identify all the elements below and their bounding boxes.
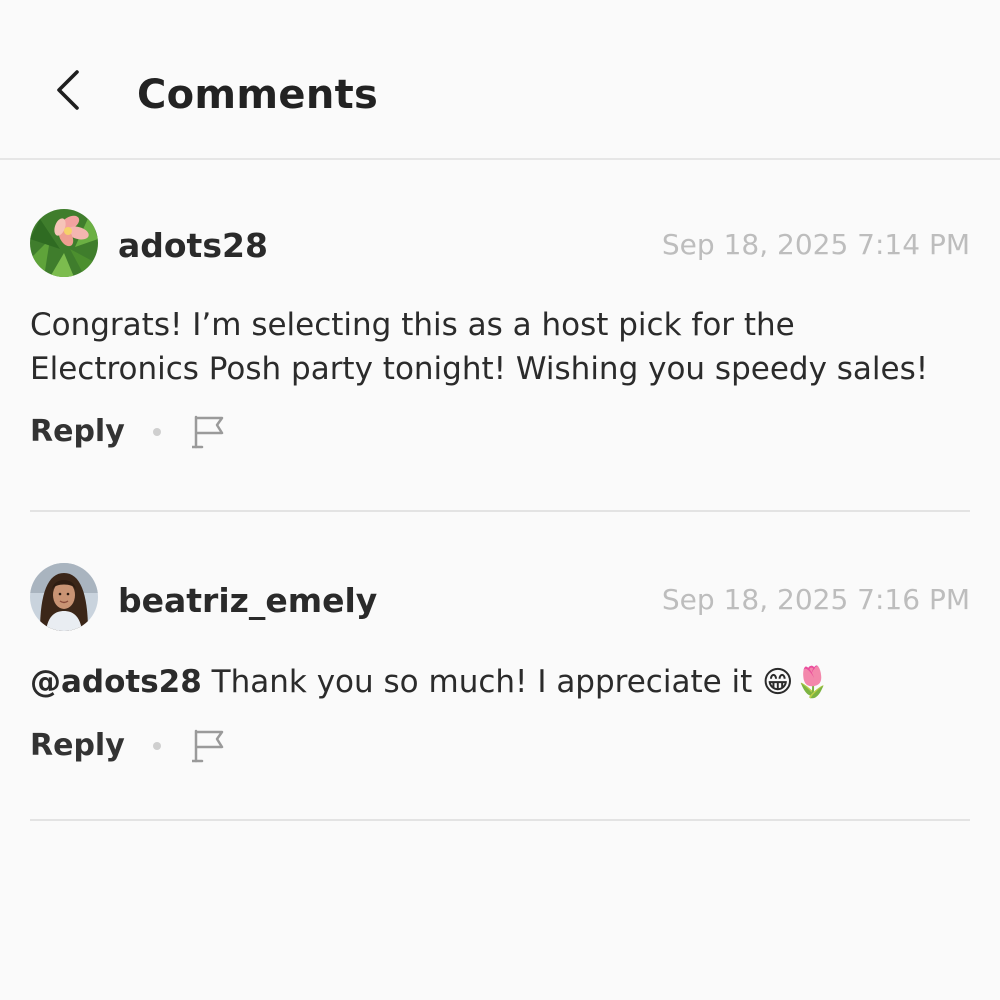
report-flag-button[interactable]	[191, 412, 227, 452]
comment-body: Congrats! I’m selecting this as a host p…	[30, 307, 929, 387]
back-button[interactable]	[40, 62, 96, 118]
username[interactable]: adots28	[118, 226, 268, 266]
emoji-grin-tulip: 😁🌷	[762, 665, 831, 700]
reply-button[interactable]: Reply	[30, 726, 125, 766]
person-avatar-image	[30, 563, 98, 631]
avatar[interactable]	[30, 209, 98, 277]
comments-page: Comments adots28 Sep 18, 2025 7:14 PM Co…	[0, 0, 1000, 1000]
comment-text: @adots28 Thank you so much! I appreciate…	[30, 660, 970, 705]
comment-text: Congrats! I’m selecting this as a host p…	[30, 303, 970, 391]
report-flag-button[interactable]	[191, 726, 227, 766]
separator-dot	[152, 428, 161, 436]
comment-list: adots28 Sep 18, 2025 7:14 PM Congrats! I…	[0, 160, 1000, 821]
comment-actions: Reply	[30, 726, 227, 766]
avatar[interactable]	[30, 563, 98, 631]
separator-dot	[152, 742, 161, 750]
page-title: Comments	[137, 72, 379, 118]
comment-timestamp: Sep 18, 2025 7:14 PM	[661, 228, 970, 261]
comment-body: Thank you so much! I appreciate it	[201, 664, 763, 700]
reply-button[interactable]: Reply	[30, 412, 125, 452]
header: Comments	[0, 0, 1000, 160]
username[interactable]: beatriz_emely	[118, 581, 377, 621]
comment-item: adots28 Sep 18, 2025 7:14 PM Congrats! I…	[30, 160, 970, 512]
comment-actions: Reply	[30, 412, 227, 452]
chevron-left-icon	[57, 70, 79, 110]
comment-item: beatriz_emely Sep 18, 2025 7:16 PM @adot…	[30, 512, 970, 821]
mention-link[interactable]: @adots28	[30, 664, 202, 700]
flower-avatar-image	[30, 209, 98, 277]
comment-timestamp: Sep 18, 2025 7:16 PM	[661, 583, 970, 616]
flag-icon	[191, 415, 224, 449]
flag-icon	[191, 729, 224, 763]
